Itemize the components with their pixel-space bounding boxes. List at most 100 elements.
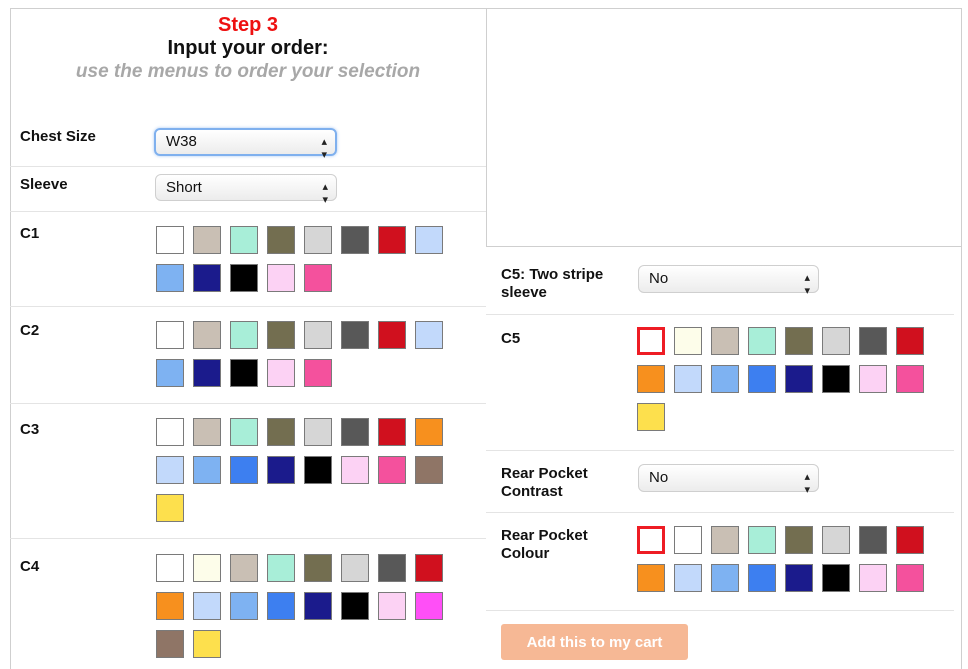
color-swatch[interactable] [304, 359, 332, 387]
color-swatch[interactable] [822, 526, 850, 554]
chest-size-select[interactable]: W38 ▴ ▾ [154, 128, 337, 161]
color-swatch[interactable] [230, 418, 258, 446]
color-swatch[interactable] [341, 321, 369, 349]
color-swatch[interactable] [230, 359, 258, 387]
color-swatch[interactable] [896, 327, 924, 355]
color-swatch[interactable] [674, 564, 702, 592]
color-swatch[interactable] [637, 403, 665, 431]
color-swatch[interactable] [230, 554, 258, 582]
color-swatch[interactable] [193, 226, 221, 254]
color-swatch[interactable] [156, 359, 184, 387]
color-swatch[interactable] [267, 226, 295, 254]
color-swatch[interactable] [748, 564, 776, 592]
color-swatch[interactable] [674, 327, 702, 355]
color-swatch[interactable] [785, 526, 813, 554]
color-swatch[interactable] [341, 554, 369, 582]
color-swatch[interactable] [156, 226, 184, 254]
color-swatch[interactable] [267, 321, 295, 349]
color-swatch[interactable] [415, 418, 443, 446]
color-swatch[interactable] [193, 554, 221, 582]
color-swatch[interactable] [822, 365, 850, 393]
color-swatch[interactable] [674, 526, 702, 554]
color-swatch[interactable] [637, 365, 665, 393]
color-swatch[interactable] [193, 264, 221, 292]
color-swatch[interactable] [267, 592, 295, 620]
color-swatch[interactable] [415, 592, 443, 620]
color-swatch[interactable] [748, 327, 776, 355]
color-swatch[interactable] [822, 564, 850, 592]
color-swatch[interactable] [156, 592, 184, 620]
color-swatch[interactable] [378, 418, 406, 446]
color-swatch[interactable] [156, 264, 184, 292]
color-swatch[interactable] [193, 321, 221, 349]
rear-pocket-contrast-select[interactable]: No ▴ ▾ [638, 464, 819, 496]
color-swatch[interactable] [415, 456, 443, 484]
color-swatch[interactable] [230, 456, 258, 484]
color-swatch[interactable] [156, 456, 184, 484]
color-swatch[interactable] [896, 365, 924, 393]
color-swatch[interactable] [378, 592, 406, 620]
color-swatch[interactable] [341, 456, 369, 484]
color-swatch[interactable] [304, 418, 332, 446]
color-swatch[interactable] [785, 564, 813, 592]
color-swatch[interactable] [711, 564, 739, 592]
color-swatch[interactable] [341, 592, 369, 620]
color-swatch[interactable] [896, 526, 924, 554]
color-swatch[interactable] [711, 365, 739, 393]
color-swatch[interactable] [378, 321, 406, 349]
c4-label: C4 [20, 558, 40, 575]
color-swatch[interactable] [378, 456, 406, 484]
color-swatch[interactable] [304, 226, 332, 254]
color-swatch[interactable] [341, 418, 369, 446]
color-swatch[interactable] [415, 226, 443, 254]
color-swatch[interactable] [674, 365, 702, 393]
color-swatch[interactable] [267, 554, 295, 582]
color-swatch[interactable] [378, 554, 406, 582]
color-swatch[interactable] [230, 592, 258, 620]
color-swatch[interactable] [748, 526, 776, 554]
color-swatch[interactable] [896, 564, 924, 592]
color-swatch[interactable] [748, 365, 776, 393]
sleeve-select[interactable]: Short ▴ ▾ [155, 174, 337, 206]
color-swatch[interactable] [711, 526, 739, 554]
color-swatch[interactable] [193, 359, 221, 387]
color-swatch[interactable] [156, 554, 184, 582]
color-swatch[interactable] [711, 327, 739, 355]
color-swatch[interactable] [156, 321, 184, 349]
color-swatch[interactable] [637, 327, 665, 355]
color-swatch[interactable] [193, 630, 221, 658]
color-swatch[interactable] [230, 264, 258, 292]
color-swatch[interactable] [304, 456, 332, 484]
color-swatch[interactable] [304, 321, 332, 349]
color-swatch[interactable] [156, 418, 184, 446]
color-swatch[interactable] [822, 327, 850, 355]
color-swatch[interactable] [859, 526, 887, 554]
color-swatch[interactable] [267, 359, 295, 387]
color-swatch[interactable] [637, 526, 665, 554]
color-swatch[interactable] [230, 321, 258, 349]
color-swatch[interactable] [415, 554, 443, 582]
color-swatch[interactable] [785, 365, 813, 393]
color-swatch[interactable] [156, 494, 184, 522]
color-swatch[interactable] [193, 418, 221, 446]
color-swatch[interactable] [859, 327, 887, 355]
color-swatch[interactable] [230, 226, 258, 254]
add-to-cart-button[interactable]: Add this to my cart [501, 624, 688, 660]
color-swatch[interactable] [304, 264, 332, 292]
color-swatch[interactable] [785, 327, 813, 355]
color-swatch[interactable] [304, 592, 332, 620]
c5-two-stripe-select[interactable]: No ▴ ▾ [638, 265, 819, 297]
color-swatch[interactable] [193, 456, 221, 484]
color-swatch[interactable] [859, 564, 887, 592]
color-swatch[interactable] [193, 592, 221, 620]
color-swatch[interactable] [378, 226, 406, 254]
color-swatch[interactable] [304, 554, 332, 582]
color-swatch[interactable] [415, 321, 443, 349]
color-swatch[interactable] [637, 564, 665, 592]
color-swatch[interactable] [267, 264, 295, 292]
color-swatch[interactable] [267, 418, 295, 446]
color-swatch[interactable] [341, 226, 369, 254]
color-swatch[interactable] [267, 456, 295, 484]
color-swatch[interactable] [156, 630, 184, 658]
color-swatch[interactable] [859, 365, 887, 393]
